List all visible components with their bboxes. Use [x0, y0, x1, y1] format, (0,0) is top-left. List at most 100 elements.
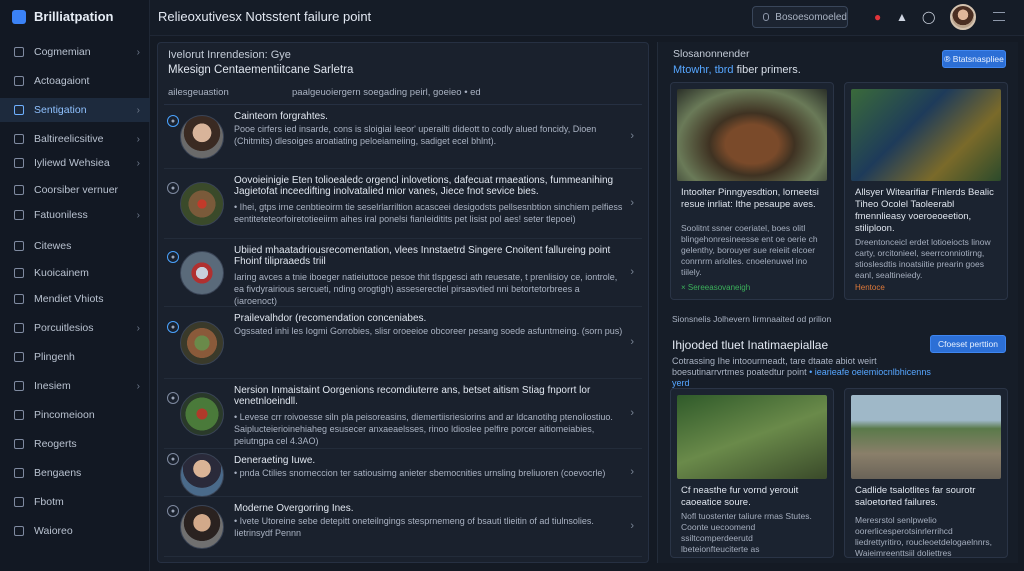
row-thumbnail: [180, 392, 224, 436]
sidebar-item[interactable]: Baltireelicsitive ›: [0, 127, 150, 151]
sidebar-item[interactable]: Mendiet Vhiots: [0, 287, 150, 311]
card-image: [851, 395, 1001, 479]
card-title: Intoolter Pinngyesdtion, lorneetsi resue…: [681, 187, 819, 210]
section-action-button[interactable]: Cfoeset perttion: [930, 335, 1006, 353]
sidebar-item-label: Fbotm: [34, 496, 64, 508]
chevron-right-icon[interactable]: ›: [630, 336, 634, 348]
sidebar-item[interactable]: Reogerts: [0, 432, 150, 456]
card-desc: Meresrstol senlpwelio oorerlicesperotsin…: [855, 515, 993, 558]
sidebar-item-label: Iyliewd Wehsiea: [34, 157, 110, 169]
sidebar: Brilliatpation Cogmemian › Actoagaiont Sent…: [0, 0, 150, 571]
signal-icon[interactable]: ▲: [896, 10, 908, 24]
card-bottom-right[interactable]: Cadlide tsalotlites far sourotr saloetor…: [844, 388, 1008, 558]
main-panel: Ivelorut Inrendesion: Gye Mkesign Centae…: [157, 42, 649, 563]
list-item[interactable]: ● Prailevalhdor (recomendation conceniabe…: [164, 307, 642, 379]
sidebar-item[interactable]: Kuoicainem: [0, 261, 150, 285]
nav-item-icon: [14, 158, 24, 168]
right-panel-title: Slosanonnender: [673, 48, 750, 60]
chevron-right-icon: ›: [136, 133, 140, 145]
chevron-right-icon[interactable]: ›: [630, 520, 634, 532]
row-title: Cainteorn forgrahtes.: [234, 111, 328, 122]
sidebar-item[interactable]: Fatuoniless ›: [0, 203, 150, 227]
sidebar-item[interactable]: Fbotm: [0, 490, 150, 514]
chevron-right-icon: ›: [136, 46, 140, 58]
card-title: Cf neasthe fur vornd yerouit caoeatice s…: [681, 485, 799, 508]
subtitle-accent: Mtowhr, tbrd: [673, 64, 734, 76]
sidebar-item[interactable]: Bengaens: [0, 461, 150, 485]
list-item[interactable]: ● Cainteorn forgrahtes. Pooe cirfers ied i…: [164, 105, 642, 169]
row-thumbnail: [180, 115, 224, 159]
header-toggle-button[interactable]: Bosoesomoeled: [752, 6, 848, 28]
card-title: Allsyer Witearifiar Finlerds Bealic Tihe…: [855, 187, 994, 234]
subtitle-rest: fiber primers.: [736, 64, 801, 76]
menu-icon[interactable]: [993, 12, 1005, 21]
row-title: Ubiied mhaatadriousrecomentation, vlees …: [234, 245, 611, 267]
sidebar-item[interactable]: Cogmemian ›: [0, 40, 150, 64]
card-bottom-left[interactable]: Cf neasthe fur vornd yerouit caoeatice s…: [670, 388, 834, 558]
card-desc: Dreentonceicl erdet lotioeiocts linow ca…: [855, 237, 991, 280]
card-image: [677, 89, 827, 181]
sidebar-item-label: Cogmemian: [34, 46, 91, 58]
sidebar-item-label: Waioreo: [34, 525, 73, 537]
section-title: Ihjooded tluet Inatimaepiallae: [672, 338, 829, 352]
sidebar-item[interactable]: Waioreo: [0, 519, 150, 543]
sidebar-item[interactable]: Iyliewd Wehsiea ›: [0, 151, 150, 175]
sidebar-item-label: Mendiet Vhiots: [34, 293, 104, 305]
chevron-right-icon[interactable]: ›: [630, 130, 634, 142]
sidebar-item[interactable]: Sentigation ›: [0, 98, 150, 122]
row-status-icon: ●: [167, 453, 179, 465]
list-item[interactable]: ● Oovoieinigie Eten tolioealedc orgencl i…: [164, 169, 642, 239]
sidebar-item-label: Sentigation: [34, 104, 87, 116]
notification-icon[interactable]: ●: [874, 10, 881, 24]
sidebar-item-label: Plingenh: [34, 351, 75, 363]
sidebar-item[interactable]: Plingenh: [0, 345, 150, 369]
row-description: Pooe cirfers ied insarde, cons is sloigi…: [234, 124, 597, 146]
card-image: [677, 395, 827, 479]
chevron-right-icon[interactable]: ›: [630, 197, 634, 209]
row-description: • pnda Ctilies snorneccion ter satiousir…: [234, 468, 606, 478]
sidebar-item[interactable]: Citewes: [0, 234, 150, 258]
nav-item-icon: [14, 381, 24, 391]
nav-item-icon: [14, 526, 24, 536]
user-circle-icon[interactable]: ◯: [922, 10, 935, 24]
chevron-right-icon[interactable]: ›: [630, 466, 634, 478]
list-item[interactable]: ● Nersion Inmaistaint Oorgenions recomdiu…: [164, 379, 642, 449]
sidebar-item[interactable]: Inesiem ›: [0, 374, 150, 398]
top-header: Relieoxutivesx Notsstent failure point B…: [150, 0, 1024, 36]
nav-item-icon: [14, 105, 24, 115]
list-item[interactable]: ● Ubiied mhaatadriousrecomentation, vlees…: [164, 239, 642, 307]
sidebar-item-label: Citewes: [34, 240, 72, 252]
top-action-button[interactable]: ® Btatsnaspliee: [942, 50, 1006, 68]
card-title: Cadlide tsalotlites far sourotr saloetor…: [855, 485, 976, 508]
sidebar-item-label: Bengaens: [34, 467, 82, 479]
row-description: • Ivete Utoreine sebe detepitt oneteilng…: [234, 516, 594, 538]
nav-item-icon: [14, 268, 24, 278]
sidebar-item[interactable]: Actoagaiont: [0, 69, 150, 93]
filter-value[interactable]: paalgeuoiergern soegading peirl, goeieo …: [292, 87, 481, 98]
sidebar-item[interactable]: Coorsiber vernuer: [0, 178, 150, 202]
list-item[interactable]: ● Moderne Overgorring Ines. • Ivete Utorei…: [164, 497, 642, 557]
row-status-icon: ●: [167, 505, 179, 517]
section-label: Sionsnelis Jolhevern Iirmnaaited od pril…: [672, 314, 832, 324]
chevron-right-icon[interactable]: ›: [630, 407, 634, 419]
row-title: Nersion Inmaistaint Oorgenions recomdiut…: [234, 385, 591, 407]
chevron-right-icon[interactable]: ›: [630, 266, 634, 278]
card-top-right[interactable]: Allsyer Witearifiar Finlerds Bealic Tihe…: [844, 82, 1008, 300]
sidebar-item[interactable]: Porcuitlesios ›: [0, 316, 150, 340]
nav-item-icon: [14, 439, 24, 449]
row-status-icon: ●: [167, 182, 179, 194]
avatar[interactable]: [950, 4, 976, 30]
card-top-left[interactable]: Intoolter Pinngyesdtion, lorneetsi resue…: [670, 82, 834, 300]
nav-item-icon: [14, 76, 24, 86]
row-thumbnail: [180, 453, 224, 497]
card-tag: × Sereeasovaneigh: [681, 283, 751, 292]
nav-item-icon: [14, 210, 24, 220]
sidebar-item-label: Coorsiber vernuer: [34, 184, 119, 196]
list-item[interactable]: ● Deneraeting Iuwe. • pnda Ctilies snornec…: [164, 449, 642, 497]
filter-bar[interactable]: ailesgeuastion paalgeuoiergern soegading…: [164, 83, 642, 105]
row-status-icon: ●: [167, 321, 179, 333]
nav-item-icon: [14, 241, 24, 251]
brand[interactable]: Brilliatpation: [12, 9, 113, 24]
sidebar-item-label: Inesiem: [34, 380, 71, 392]
sidebar-item[interactable]: Pincomeioon: [0, 403, 150, 427]
